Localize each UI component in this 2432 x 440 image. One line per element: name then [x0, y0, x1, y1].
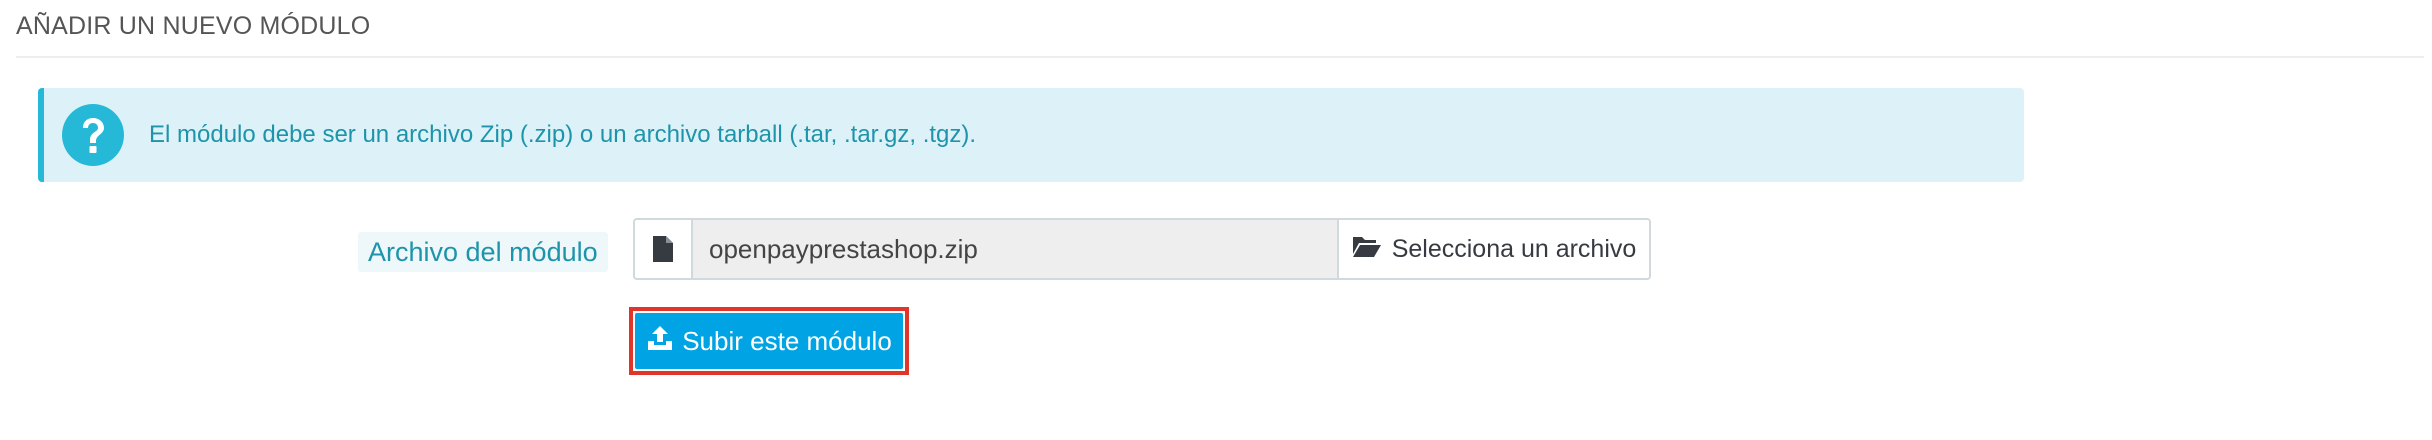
- select-file-label: Selecciona un archivo: [1391, 234, 1637, 263]
- info-alert: El módulo debe ser un archivo Zip (.zip)…: [38, 88, 2024, 182]
- file-name-field[interactable]: openpayprestashop.zip: [693, 220, 1337, 278]
- upload-icon: [646, 324, 674, 359]
- file-input-group: openpayprestashop.zip Selecciona un arch…: [633, 218, 1651, 280]
- info-alert-text: El módulo debe ser un archivo Zip (.zip)…: [149, 121, 977, 148]
- upload-module-button[interactable]: Subir este módulo: [635, 313, 903, 369]
- question-circle-icon: [62, 104, 124, 166]
- panel-heading: AÑADIR UN NUEVO MÓDULO: [16, 0, 2424, 58]
- file-icon: [635, 220, 693, 278]
- file-field-label: Archivo del módulo: [358, 232, 608, 272]
- page-title: AÑADIR UN NUEVO MÓDULO: [16, 12, 371, 40]
- select-file-button[interactable]: Selecciona un archivo: [1337, 220, 1649, 278]
- folder-open-icon: [1352, 234, 1382, 265]
- upload-module-label: Subir este módulo: [682, 325, 892, 356]
- submit-highlight: Subir este módulo: [629, 307, 909, 375]
